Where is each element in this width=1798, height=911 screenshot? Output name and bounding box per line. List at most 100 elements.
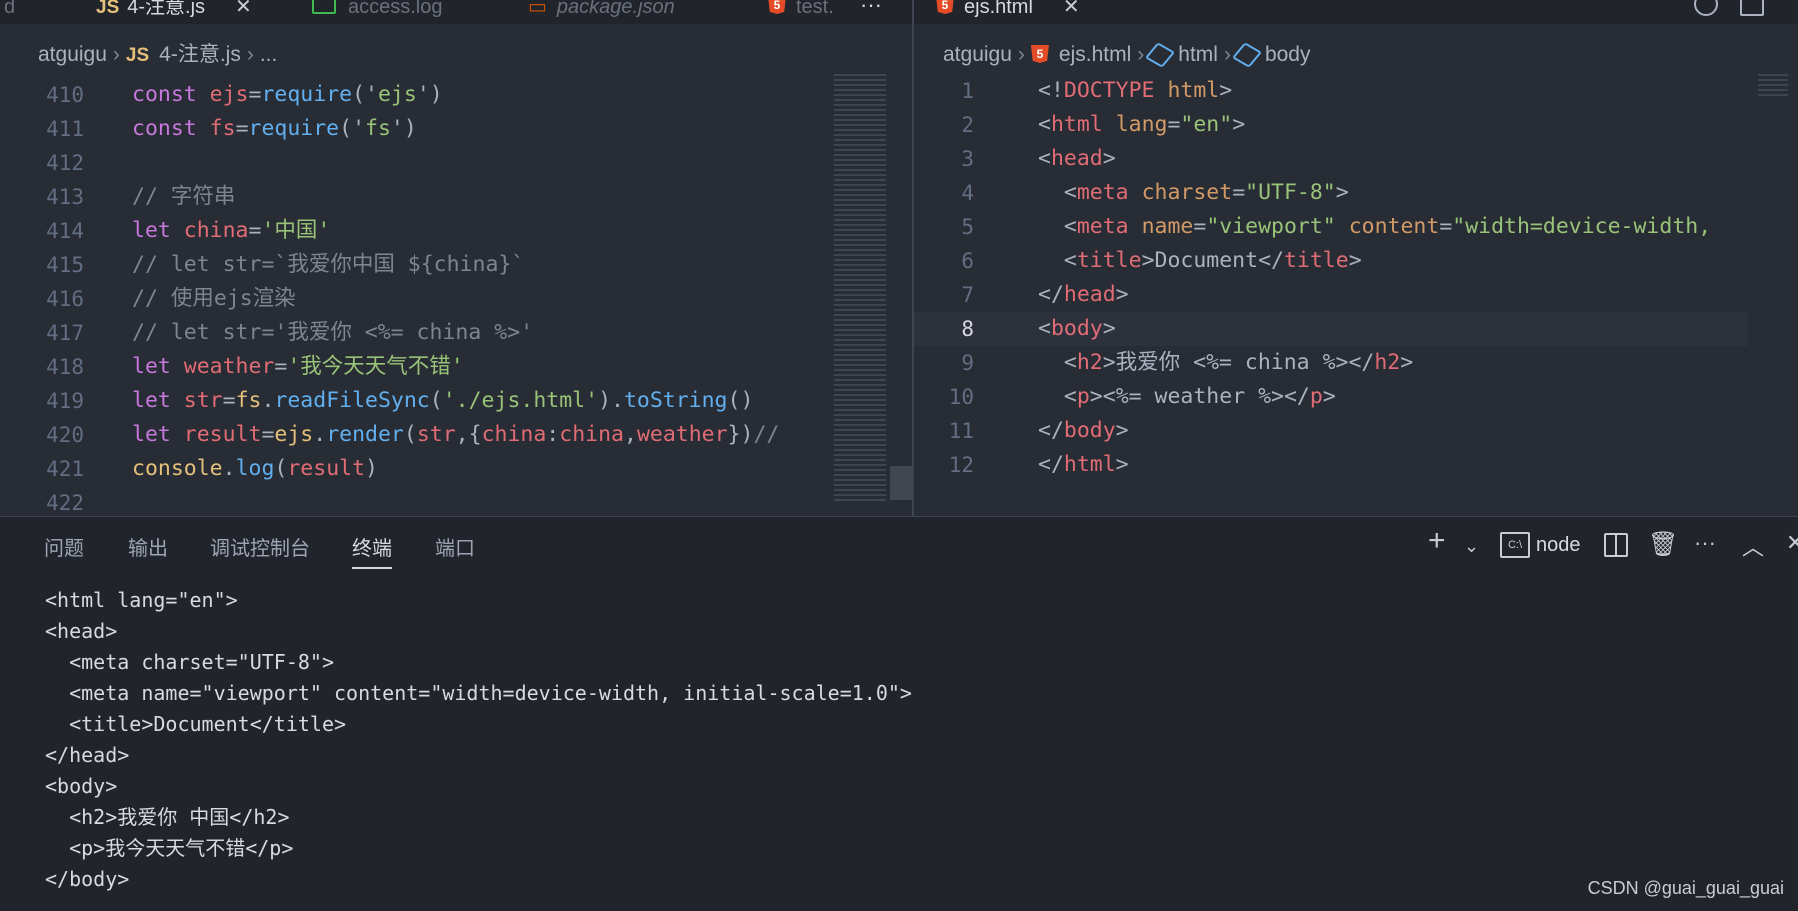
- code-line[interactable]: 1 <!DOCTYPE html>: [914, 74, 1748, 108]
- code-token: </: [1038, 282, 1064, 307]
- code-token: <: [1038, 316, 1051, 341]
- code-token: <!: [1038, 78, 1064, 103]
- code-token: title: [1283, 248, 1349, 273]
- close-icon[interactable]: ✕: [1063, 0, 1080, 18]
- terminal-line: <title>Document</title>: [45, 712, 347, 736]
- line-number: 413: [46, 185, 84, 209]
- split-editor-icon[interactable]: [1740, 0, 1764, 16]
- code-line[interactable]: 411 const fs=require('fs'): [0, 112, 830, 146]
- code-token: // 使用ejs渲染: [132, 286, 296, 311]
- code-line[interactable]: 418 let weather='我今天天气不错': [0, 350, 830, 384]
- code-line[interactable]: 11 </body>: [914, 414, 1748, 448]
- tab-4-js[interactable]: JS 4-注意.js ✕: [96, 0, 286, 24]
- watermark: CSDN @guai_guai_guai: [1587, 878, 1784, 898]
- chevron-down-icon[interactable]: ⌄: [1464, 536, 1479, 557]
- split-terminal-icon[interactable]: [1604, 533, 1628, 557]
- code-token: >: [1348, 248, 1362, 273]
- breadcrumb-folder[interactable]: atguigu: [38, 43, 107, 66]
- panel-tab[interactable]: 问题: [44, 532, 84, 561]
- code-line[interactable]: 4 <meta charset="UTF-8">: [914, 176, 1748, 210]
- json-file-icon: ▭: [528, 0, 547, 18]
- code-token: }): [727, 422, 754, 447]
- code-line[interactable]: 410 const ejs=require('ejs'): [0, 80, 830, 112]
- maximize-panel-icon[interactable]: ︿: [1742, 530, 1764, 562]
- code-token: body: [1050, 316, 1103, 341]
- line-number: 422: [46, 491, 84, 515]
- tab-access-log[interactable]: access.log: [312, 0, 443, 24]
- more-icon[interactable]: ···: [1694, 530, 1716, 556]
- code-line[interactable]: 5 <meta name="viewport" content="width=d…: [914, 210, 1748, 244]
- code-token: meta: [1076, 214, 1142, 239]
- code-token: >: [1102, 316, 1116, 341]
- code-line[interactable]: 6 <title>Document</title>: [914, 244, 1748, 278]
- code-token: .: [261, 388, 275, 413]
- breadcrumb-symbol[interactable]: ...: [260, 43, 278, 66]
- code-token: p: [1309, 384, 1323, 409]
- code-line[interactable]: 421 console.log(result): [0, 452, 830, 486]
- code-token: ejs: [377, 82, 417, 107]
- code-line[interactable]: 414 let china='中国': [0, 214, 830, 248]
- tab-ejs-html[interactable]: 5 ejs.html ✕: [936, 0, 1142, 24]
- code-line[interactable]: 419 let str=fs.readFileSync('./ejs.html')…: [0, 384, 830, 418]
- line-number: 415: [46, 253, 84, 277]
- panel-tab[interactable]: 终端: [352, 532, 392, 569]
- code-token: toString: [623, 388, 728, 413]
- code-line[interactable]: 10 <p><%= weather %></p>: [914, 380, 1748, 414]
- left-code-editor[interactable]: 410 const ejs=require('ejs') 411 const fs=r…: [0, 80, 830, 516]
- line-number: 420: [46, 423, 84, 447]
- left-minimap[interactable]: [834, 74, 886, 502]
- breadcrumb-folder[interactable]: atguigu: [943, 43, 1012, 66]
- code-line[interactable]: 3 <head>: [914, 142, 1748, 176]
- right-minimap[interactable]: [1758, 74, 1788, 98]
- code-token: =: [248, 218, 262, 243]
- code-token: charset: [1141, 180, 1233, 205]
- code-line[interactable]: 420 let result=ejs.render(str,{china:chin…: [0, 418, 830, 452]
- code-line[interactable]: 416 // 使用ejs渲染: [0, 282, 830, 316]
- code-token: (: [274, 456, 288, 481]
- breadcrumb-html[interactable]: html: [1178, 43, 1218, 66]
- code-text: </body>: [1038, 414, 1129, 448]
- code-line[interactable]: 412: [0, 146, 830, 180]
- code-token: require: [248, 116, 340, 141]
- code-line[interactable]: 8 <body>: [914, 312, 1748, 346]
- line-number: 5: [961, 215, 974, 239]
- terminal-line: <meta charset="UTF-8">: [45, 650, 334, 674]
- code-text: <head>: [1038, 142, 1116, 176]
- tab-package-json[interactable]: ▭ package.json: [528, 0, 675, 24]
- code-token: readFileSync: [274, 388, 430, 413]
- right-code-editor[interactable]: 1 <!DOCTYPE html> 2 <html lang="en"> 3 <head>…: [914, 74, 1748, 516]
- code-token: result: [287, 456, 366, 481]
- trash-icon[interactable]: 🗑: [1648, 530, 1678, 559]
- breadcrumb-file[interactable]: ejs.html: [1059, 43, 1131, 66]
- code-line[interactable]: 415 // let str=`我爱你中国 ${china}`: [0, 248, 830, 282]
- code-token: =: [222, 388, 236, 413]
- more-actions-icon[interactable]: ···: [860, 0, 882, 24]
- code-line[interactable]: 7 </head>: [914, 278, 1748, 312]
- code-line[interactable]: 413 // 字符串: [0, 180, 830, 214]
- minimap-slider[interactable]: [890, 466, 912, 500]
- code-token: DOCTYPE: [1063, 78, 1168, 103]
- code-line[interactable]: 422: [0, 486, 830, 516]
- breadcrumb-body[interactable]: body: [1265, 43, 1311, 66]
- terminal-line: <meta name="viewport" content="width=dev…: [45, 681, 912, 705]
- code-line[interactable]: 2 <html lang="en">: [914, 108, 1748, 142]
- tab-partial[interactable]: d: [4, 0, 15, 24]
- element-icon: [1145, 42, 1176, 69]
- panel-tab[interactable]: 端口: [435, 532, 475, 561]
- panel-tab[interactable]: 输出: [128, 532, 168, 561]
- code-line[interactable]: 12 </html>: [914, 448, 1748, 482]
- timeline-icon[interactable]: [1694, 0, 1718, 16]
- panel-tab[interactable]: 调试控制台: [210, 532, 310, 561]
- close-icon[interactable]: ✕: [235, 0, 252, 18]
- close-panel-icon[interactable]: ✕: [1786, 530, 1798, 556]
- new-terminal-icon[interactable]: +: [1428, 524, 1446, 558]
- code-line[interactable]: 417 // let str='我爱你 <%= china %>': [0, 316, 830, 350]
- html5-file-icon: 5: [768, 0, 786, 14]
- code-text: let result=ejs.render(str,{china:china,w…: [132, 418, 779, 452]
- breadcrumb-file[interactable]: 4-注意.js: [159, 43, 241, 66]
- code-line[interactable]: 9 <h2>我爱你 <%= china %></h2>: [914, 346, 1748, 380]
- tab-test-html[interactable]: 5 test.: [768, 0, 834, 24]
- code-token: let: [132, 354, 184, 379]
- terminal-name[interactable]: node: [1536, 534, 1581, 557]
- right-tab-bar: 5 ejs.html ✕: [914, 0, 1798, 24]
